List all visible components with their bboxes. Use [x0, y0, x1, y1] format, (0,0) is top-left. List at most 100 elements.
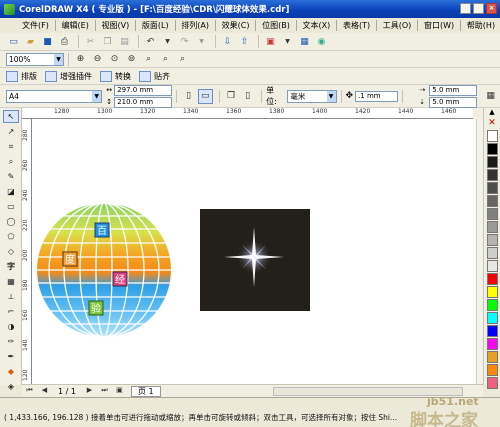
menu-tools[interactable]: 工具(O) [378, 20, 417, 31]
import-icon[interactable]: ⇩ [220, 34, 235, 49]
zoom-all-objects-icon[interactable]: ⊚ [124, 52, 139, 67]
color-swatch[interactable] [486, 182, 498, 194]
char-tile-bai[interactable]: 百 [94, 222, 110, 238]
zoom-out-icon[interactable]: ⊖ [90, 52, 105, 67]
zoom-page-width-icon[interactable]: ⌕ [158, 52, 173, 67]
maximize-button[interactable]: □ [473, 3, 484, 14]
polygon-tool-icon[interactable]: ⬠ [3, 230, 19, 243]
color-swatch[interactable] [486, 221, 498, 233]
char-tile-du[interactable]: 度 [62, 251, 78, 267]
color-swatch[interactable] [486, 286, 498, 298]
duplicate-y-field[interactable]: 5.0 mm [429, 96, 478, 108]
outline-tool-icon[interactable]: ✒ [3, 350, 19, 363]
text-tool-icon[interactable]: 字 [3, 260, 19, 273]
zoom-in-icon[interactable]: ⊕ [73, 52, 88, 67]
sparkle-box[interactable] [200, 209, 310, 311]
coreldraw-app-icon[interactable] [4, 3, 15, 15]
page-height-field[interactable]: 210.0 mm [114, 96, 173, 108]
open-folder-icon[interactable]: ▰ [23, 34, 38, 49]
pick-tool-icon[interactable]: ↖ [3, 110, 19, 123]
crop-tool-icon[interactable]: ⌗ [3, 140, 19, 153]
rectangle-tool-icon[interactable]: ▭ [3, 200, 19, 213]
vertical-ruler[interactable]: 280 260 240 220 200 180 160 140 120 [22, 119, 32, 384]
typesetting-button[interactable]: 排版 [6, 70, 37, 82]
menu-effects[interactable]: 效果(C) [217, 20, 255, 31]
ellipse-tool-icon[interactable]: ◯ [3, 215, 19, 228]
no-color-swatch[interactable]: ✕ [484, 118, 500, 129]
menu-arrange[interactable]: 排列(A) [176, 20, 214, 31]
redo-icon[interactable]: ↷ [177, 34, 192, 49]
parallel-dimension-tool-icon[interactable]: ⟂ [3, 290, 19, 303]
menu-bitmaps[interactable]: 位图(B) [257, 20, 295, 31]
color-swatch[interactable] [486, 130, 498, 142]
menu-table[interactable]: 表格(T) [338, 20, 375, 31]
color-swatch[interactable] [486, 312, 498, 324]
redo-dropdown-icon[interactable]: ▼ [194, 34, 209, 49]
color-swatch[interactable] [486, 247, 498, 259]
vertical-scrollbar[interactable] [476, 119, 483, 384]
cut-icon[interactable]: ✂ [83, 34, 98, 49]
page-size-select[interactable]: A4 ▼ [6, 89, 103, 103]
paste-icon[interactable]: ▤ [117, 34, 132, 49]
corel-online-icon[interactable]: ◉ [314, 34, 329, 49]
next-page-icon[interactable]: ▶ [84, 386, 95, 396]
color-swatch[interactable] [486, 273, 498, 285]
copy-icon[interactable]: ❐ [100, 34, 115, 49]
color-swatch[interactable] [486, 260, 498, 272]
color-swatch[interactable] [486, 351, 498, 363]
char-tile-yan[interactable]: 验 [88, 300, 104, 316]
page-width-field[interactable]: 297.0 mm [114, 84, 173, 96]
shape-tool-icon[interactable]: ↗ [3, 125, 19, 138]
launcher-dropdown-icon[interactable]: ▼ [280, 34, 295, 49]
color-swatch[interactable] [486, 169, 498, 181]
color-swatch[interactable] [486, 143, 498, 155]
first-page-icon[interactable]: ⏮ [24, 386, 35, 396]
eyedropper-tool-icon[interactable]: ✑ [3, 335, 19, 348]
menu-view[interactable]: 视图(V) [96, 20, 134, 31]
menu-text[interactable]: 文本(X) [298, 20, 336, 31]
interactive-fill-tool-icon[interactable]: ◈ [3, 380, 19, 393]
page-tab[interactable]: 页 1 [130, 385, 161, 397]
zoom-page-icon[interactable]: ⌕ [141, 52, 156, 67]
undo-icon[interactable]: ↶ [143, 34, 158, 49]
all-pages-icon[interactable]: ❐ [224, 89, 239, 104]
freehand-tool-icon[interactable]: ✎ [3, 170, 19, 183]
palette-scroll-up-icon[interactable]: ▲ [484, 108, 500, 118]
print-icon[interactable]: ⎙ [57, 34, 72, 49]
color-swatch[interactable] [486, 364, 498, 376]
nudge-distance-field[interactable]: .1 mm [355, 90, 399, 102]
color-swatch[interactable] [486, 377, 498, 389]
menu-help[interactable]: 帮助(H) [462, 20, 500, 31]
smart-fill-tool-icon[interactable]: ◪ [3, 185, 19, 198]
blend-tool-icon[interactable]: ◑ [3, 320, 19, 333]
undo-dropdown-icon[interactable]: ▼ [160, 34, 175, 49]
drawing-canvas[interactable]: 百 度 经 验 [32, 119, 483, 384]
add-page-icon[interactable]: ▣ [114, 386, 125, 396]
table-tool-icon[interactable]: ▦ [3, 275, 19, 288]
landscape-icon[interactable]: ▭ [197, 88, 213, 104]
current-page-icon[interactable]: ▯ [240, 89, 255, 104]
save-icon[interactable]: ■ [40, 34, 55, 49]
color-swatch[interactable] [486, 208, 498, 220]
previous-page-icon[interactable]: ◀ [39, 386, 50, 396]
zoom-selected-icon[interactable]: ⊙ [107, 52, 122, 67]
menu-window[interactable]: 窗口(W) [419, 20, 459, 31]
application-launcher-icon[interactable]: ▣ [263, 34, 278, 49]
new-document-icon[interactable]: ▭ [6, 34, 21, 49]
units-select[interactable]: 毫米 ▼ [287, 89, 337, 103]
menu-file[interactable]: 文件(F) [0, 20, 54, 31]
color-swatch[interactable] [486, 338, 498, 350]
convert-button[interactable]: 转换 [100, 70, 131, 82]
color-swatch[interactable] [486, 234, 498, 246]
color-swatch[interactable] [486, 325, 498, 337]
last-page-icon[interactable]: ⏭ [99, 386, 110, 396]
color-swatch[interactable] [486, 195, 498, 207]
welcome-screen-icon[interactable]: ▦ [297, 34, 312, 49]
menu-layout[interactable]: 版面(L) [137, 20, 174, 31]
horizontal-ruler[interactable]: 1280 1300 1320 1340 1360 1380 1400 1420 … [22, 108, 483, 119]
enhanced-plugin-button[interactable]: 增强插件 [45, 70, 92, 82]
char-tile-jing[interactable]: 经 [112, 271, 128, 287]
zoom-page-height-icon[interactable]: ⌕ [175, 52, 190, 67]
connector-tool-icon[interactable]: ⌐ [3, 305, 19, 318]
menu-edit[interactable]: 编辑(E) [57, 20, 94, 31]
